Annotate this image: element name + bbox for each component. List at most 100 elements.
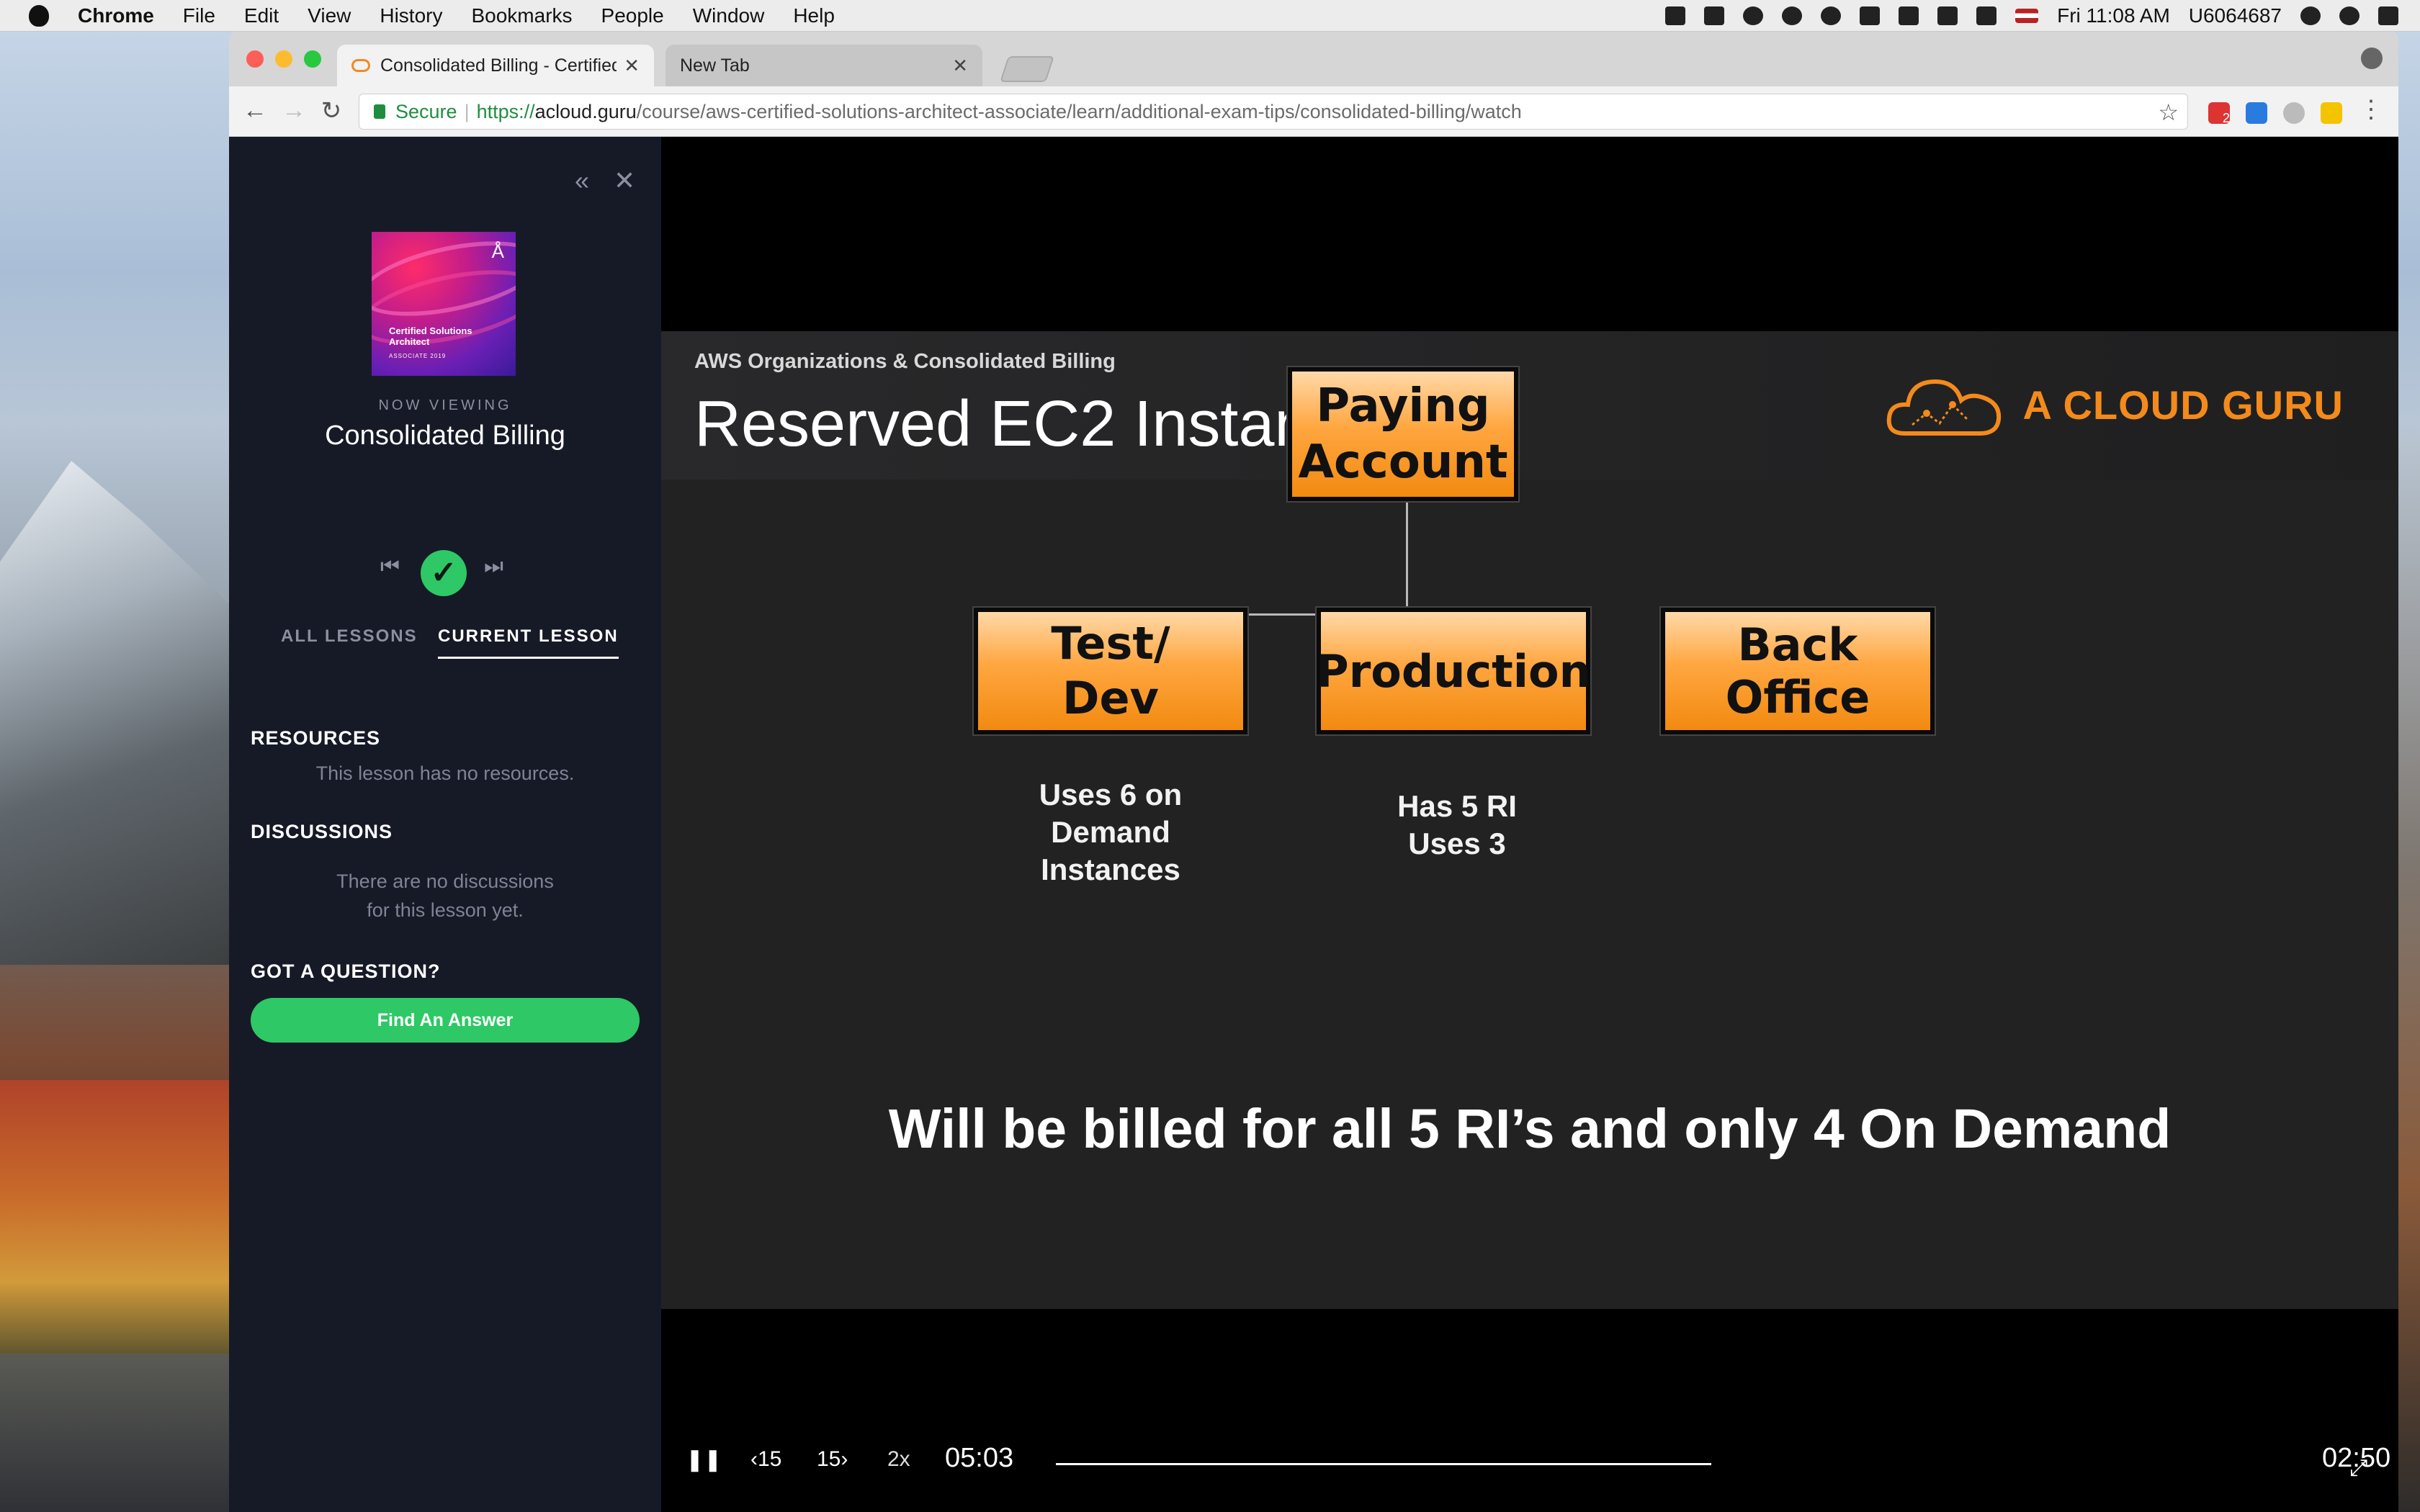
collapse-sidebar-icon[interactable]: « — [575, 166, 589, 196]
previous-lesson-icon[interactable]: ⏮ — [380, 554, 400, 579]
close-window-button[interactable] — [246, 50, 264, 68]
resources-empty: This lesson has no resources. — [315, 762, 575, 784]
apple-icon[interactable] — [29, 4, 49, 27]
tab-close-icon[interactable]: ✕ — [624, 55, 640, 77]
extension-slides-icon[interactable] — [2321, 102, 2342, 124]
sync-icon[interactable] — [1821, 6, 1842, 25]
menu-app-name[interactable]: Chrome — [78, 4, 154, 27]
volume-icon[interactable] — [1937, 6, 1958, 25]
fullscreen-icon[interactable]: ⤢ — [2349, 1454, 2368, 1482]
box-line: Test/ — [1051, 617, 1170, 670]
caption-line: Uses 6 on — [1039, 778, 1183, 811]
forward-arrow-icon[interactable]: → — [279, 96, 308, 125]
bluetooth-icon[interactable] — [1860, 6, 1881, 25]
tab-all-lessons[interactable]: ALL LESSONS — [281, 626, 418, 647]
battery-icon[interactable] — [1976, 6, 1997, 25]
status-menus: Fri 11:08 AM U6064687 — [1665, 0, 2398, 32]
chrome-window: Consolidated Billing - Certified ✕ New T… — [229, 32, 2398, 1512]
new-tab-button[interactable] — [1000, 56, 1054, 82]
menu-edit[interactable]: Edit — [244, 4, 279, 27]
tab-close-icon[interactable]: ✕ — [952, 55, 968, 77]
notification-center-icon[interactable] — [2378, 6, 2398, 25]
forward-15-button[interactable]: 15› — [817, 1447, 848, 1472]
video-player[interactable]: AWS Organizations & Consolidated Billing… — [661, 137, 2398, 1512]
billing-summary: Will be billed for all 5 RI’s and only 4… — [888, 1098, 2172, 1160]
production-box: Production — [1316, 608, 1591, 734]
reload-icon[interactable]: ↻ — [317, 96, 346, 125]
address-bar[interactable]: Secure | https://acloud.guru/course/aws-… — [359, 94, 2188, 130]
evernote-icon[interactable] — [1704, 6, 1725, 25]
find-an-answer-button[interactable]: Find An Answer — [251, 998, 640, 1043]
bookmark-star-icon[interactable]: ☆ — [2158, 99, 2179, 126]
acg-logo-icon: Å — [491, 240, 504, 262]
slide-header: AWS Organizations & Consolidated Billing… — [661, 331, 2398, 480]
extension-badge: 2 — [2222, 111, 2230, 125]
close-sidebar-icon[interactable]: ✕ — [614, 166, 635, 196]
menu-people[interactable]: People — [601, 4, 664, 27]
zoom-window-button[interactable] — [304, 50, 321, 68]
menu-bookmarks[interactable]: Bookmarks — [471, 4, 572, 27]
wifi-icon[interactable] — [1899, 6, 1919, 25]
progress-track[interactable] — [1056, 1463, 1711, 1465]
spotlight-search-icon[interactable] — [2300, 6, 2321, 25]
menu-window[interactable]: Window — [693, 4, 765, 27]
rewind-15-button[interactable]: ‹15 — [750, 1447, 781, 1472]
profile-icon[interactable] — [2361, 48, 2383, 69]
tab-current-lesson[interactable]: CURRENT LESSON — [438, 626, 619, 659]
box-line: Account — [1298, 436, 1508, 489]
chart-connector — [1406, 501, 1408, 616]
mac-menu-bar: Chrome File Edit View History Bookmarks … — [0, 0, 2420, 32]
pause-icon[interactable]: ❚❚ — [686, 1447, 722, 1472]
siri-icon[interactable] — [2339, 6, 2360, 25]
box-label: Production — [1316, 644, 1591, 698]
extension-download-icon[interactable] — [2246, 102, 2267, 124]
lesson-complete-check-icon[interactable]: ✓ — [421, 550, 467, 596]
next-lesson-icon[interactable]: ⏭ — [484, 554, 503, 579]
url-host: acloud.guru — [534, 100, 637, 122]
menu-user-name[interactable]: U6064687 — [2189, 4, 2282, 27]
menu-view[interactable]: View — [308, 4, 351, 27]
minimize-window-button[interactable] — [275, 50, 292, 68]
url-text[interactable]: https://acloud.guru/course/aws-certified… — [477, 101, 1522, 123]
tab-new-tab[interactable]: New Tab ✕ — [666, 45, 982, 86]
playback-speed-button[interactable]: 2x — [887, 1447, 910, 1472]
menu-clock[interactable]: Fri 11:08 AM — [2057, 4, 2170, 27]
box-line: Paying — [1316, 379, 1490, 433]
discussions-empty-line-1: There are no discussions — [336, 870, 554, 892]
question-heading: GOT A QUESTION? — [251, 960, 441, 982]
tab-consolidated-billing[interactable]: Consolidated Billing - Certified ✕ — [337, 45, 654, 86]
resources-heading: RESOURCES — [251, 727, 381, 749]
url-path: /course/aws-certified-solutions-architec… — [636, 100, 1522, 122]
test-dev-caption: Uses 6 on Demand Instances — [974, 776, 1247, 888]
player-controls: ❚❚ ‹15 15› 2x 05:03 02:50 720p 🔇 — [661, 1411, 2398, 1512]
caption-line: Demand — [1051, 815, 1170, 849]
page-content: « ✕ Å Certified Solutions Architect ASSO… — [229, 137, 2398, 1512]
extension-circle-icon[interactable] — [2283, 102, 2305, 124]
creative-cloud-icon[interactable] — [1782, 6, 1803, 25]
tab-title: New Tab — [680, 55, 750, 76]
caption-line: Uses 3 — [1408, 827, 1506, 860]
tab-title: Consolidated Billing - Certified — [380, 55, 617, 76]
menu-help[interactable]: Help — [793, 4, 835, 27]
printer-icon[interactable] — [1665, 6, 1686, 25]
test-dev-box: Test/ Dev — [974, 608, 1247, 734]
chrome-menu-icon[interactable]: ⋮ — [2357, 95, 2385, 124]
course-thumbnail[interactable]: Å Certified Solutions Architect ASSOCIAT… — [372, 232, 516, 376]
discussions-heading: DISCUSSIONS — [251, 821, 393, 842]
back-arrow-icon[interactable]: ← — [241, 96, 269, 125]
desktop-wallpaper-right-edge — [2398, 432, 2420, 1512]
thumbnail-subtitle: ASSOCIATE 2019 — [389, 353, 447, 359]
cloud-favicon-icon — [351, 59, 370, 72]
tab-strip: Consolidated Billing - Certified ✕ New T… — [229, 32, 2398, 86]
menu-file[interactable]: File — [183, 4, 215, 27]
box-line: Dev — [1062, 672, 1159, 724]
input-source-flag-icon[interactable] — [2015, 9, 2039, 23]
extension-adblock-icon[interactable]: 2 — [2208, 102, 2230, 125]
slide-kicker: AWS Organizations & Consolidated Billing — [694, 350, 1116, 373]
menu-history[interactable]: History — [380, 4, 442, 27]
elapsed-time: 05:03 — [945, 1443, 1014, 1473]
cloud-logo-icon — [1883, 369, 2006, 441]
address-separator: | — [464, 100, 470, 122]
skype-icon[interactable] — [1743, 6, 1764, 25]
box-label: Back Office — [1725, 618, 1870, 724]
